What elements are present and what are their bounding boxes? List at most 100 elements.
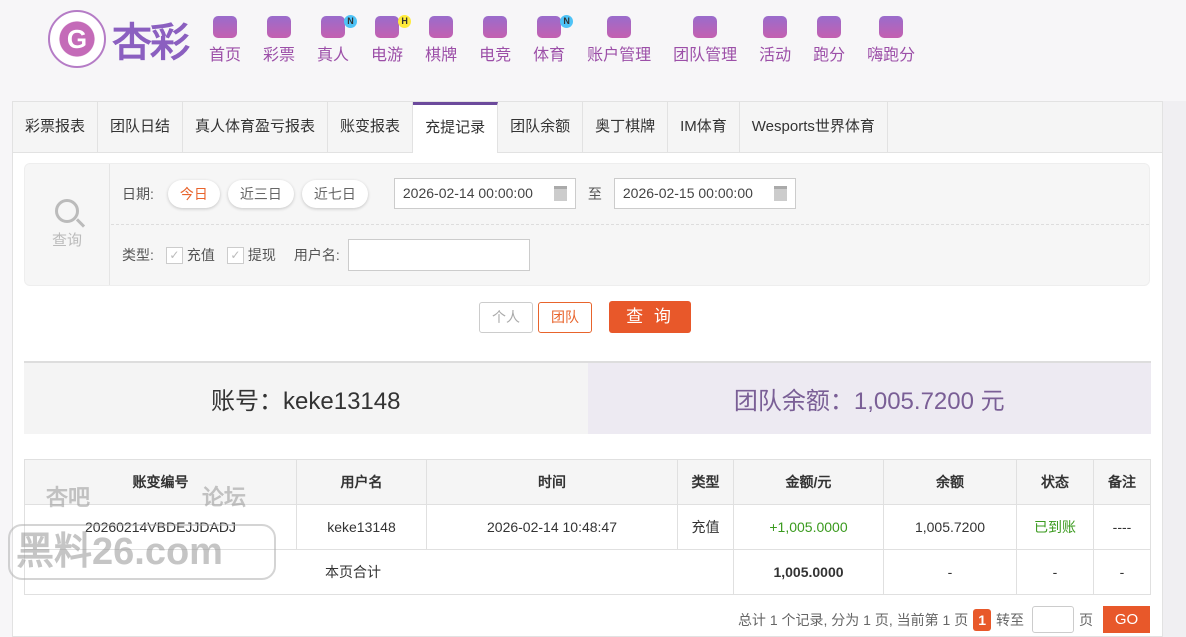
goto-page-input[interactable] <box>1032 606 1074 633</box>
quick-3days[interactable]: 近三日 <box>227 179 294 208</box>
filter-side: 查询 <box>25 164 110 285</box>
tab[interactable]: Wesports世界体育 <box>740 102 888 152</box>
nav-item[interactable]: 账户管理 <box>587 16 651 65</box>
total-balance: - <box>883 549 1017 595</box>
nav-label: 跑分 <box>813 47 846 64</box>
nav-item[interactable]: 活动 <box>759 16 791 65</box>
deposit-label: 充值 <box>186 247 215 263</box>
nav-label: 电竞 <box>479 47 512 64</box>
nav-item[interactable]: N 真人 <box>317 15 358 65</box>
start-date-value: 2026-02-14 00:00:00 <box>402 185 533 201</box>
username-label: 用户名: <box>293 247 340 263</box>
cell-username: keke13148 <box>296 504 427 550</box>
nav-item[interactable]: 团队管理 <box>673 16 737 65</box>
column-header: 余额 <box>883 459 1017 505</box>
ticket-icon <box>267 16 292 38</box>
tab[interactable]: 账变报表 <box>328 102 414 152</box>
nav-label: 体育 <box>533 47 566 64</box>
main-nav: 首页 彩票 N 真人 H 电游 棋牌 电竞 N 体育 账户管理 团队管理 活动 跑分 嗨跑分 <box>198 15 926 65</box>
table-header-row: 账变编号 用户名 时间 类型 金额/元 余额 状态 备注 <box>24 459 1151 505</box>
total-amount: 1,005.0000 <box>733 549 884 595</box>
personal-button[interactable]: 个人 <box>479 301 533 333</box>
deposit-checkbox[interactable]: ✓ <box>165 246 183 264</box>
total-row: 本页合计 1,005.0000 - - - <box>24 549 1151 595</box>
tab[interactable]: 团队日结 <box>98 102 184 152</box>
quick-7days[interactable]: 近七日 <box>301 179 368 208</box>
pagination: 总计 1 个记录, 分为 1 页, 当前第 1 页 1 转至 页 GO <box>738 606 1150 633</box>
nav-item[interactable]: 彩票 <box>263 16 295 65</box>
yen-icon <box>607 16 632 38</box>
gamepad-icon <box>375 16 400 38</box>
nav-label: 账户管理 <box>587 47 652 64</box>
team-balance: 团队余额：1,005.7200 元 <box>587 363 1151 434</box>
nav-badge: H <box>398 15 412 28</box>
nav-label: 真人 <box>317 47 350 64</box>
nav-item[interactable]: 首页 <box>209 16 241 65</box>
cell-id: 20260214VBDEJJDADJ <box>24 504 297 550</box>
content-panel: 彩票报表 团队日结 真人体育盈亏报表 账变报表 充提记录 团队余额 奥丁棋牌 IM体育 Wesp… <box>12 101 1163 637</box>
to-label: 至 <box>587 185 602 202</box>
tab[interactable]: 奥丁棋牌 <box>583 102 669 152</box>
column-header: 备注 <box>1093 459 1151 505</box>
nav-badge: N <box>560 15 574 28</box>
column-header: 时间 <box>426 459 678 505</box>
header: G 杏彩 首页 彩票 N 真人 H 电游 棋牌 电竞 N 体育 账户管理 团队管理 活动 跑分 嗨跑分 <box>0 0 1186 100</box>
start-date-input[interactable]: 2026-02-14 00:00:00 <box>393 178 576 209</box>
column-header: 状态 <box>1016 459 1094 505</box>
nav-badge: N <box>344 15 358 28</box>
nav-label: 电游 <box>371 47 404 64</box>
tab[interactable]: IM体育 <box>668 102 740 152</box>
page-label: 页 <box>1079 611 1093 628</box>
go-button[interactable]: GO <box>1103 606 1150 633</box>
username-input[interactable] <box>347 239 530 271</box>
tab[interactable]: 彩票报表 <box>13 102 99 152</box>
query-button[interactable]: 查 询 <box>609 301 691 333</box>
rhino-icon <box>817 16 842 38</box>
team-icon <box>693 16 718 38</box>
nav-item[interactable]: 棋牌 <box>425 16 457 65</box>
logo[interactable]: G 杏彩 <box>48 10 190 68</box>
goto-label: 转至 <box>996 611 1024 628</box>
tab[interactable]: 真人体育盈亏报表 <box>183 102 329 152</box>
home-icon <box>213 16 237 38</box>
cards-icon <box>429 16 454 38</box>
nav-item[interactable]: 电竞 <box>479 16 511 65</box>
page-1[interactable]: 1 <box>973 608 991 631</box>
tab[interactable]: 充提记录 <box>413 102 499 153</box>
quick-today[interactable]: 今日 <box>167 179 220 208</box>
column-header: 账变编号 <box>24 459 297 505</box>
right-gutter <box>1163 101 1186 637</box>
divider <box>111 224 1149 225</box>
trophy-icon <box>537 16 562 38</box>
nav-item[interactable]: H 电游 <box>371 15 412 65</box>
account-name: 账号：keke13148 <box>24 363 588 434</box>
cell-amount: +1,005.0000 <box>733 504 884 550</box>
nav-item[interactable]: N 体育 <box>533 15 574 65</box>
filter-box: 查询 日期: 今日 近三日 近七日 2026-02-14 00:00:00 至 … <box>24 163 1150 286</box>
table-row: 20260214VBDEJJDADJ keke13148 2026-02-14 … <box>24 504 1151 550</box>
nav-item[interactable]: 嗨跑分 <box>867 16 915 65</box>
nav-label: 团队管理 <box>673 47 738 64</box>
records-table: 账变编号 用户名 时间 类型 金额/元 余额 状态 备注 20260214VBDEJJDADJ… <box>24 459 1151 595</box>
logo-mark: G <box>48 10 106 68</box>
calendar-icon[interactable] <box>773 186 787 201</box>
hi-icon <box>879 16 904 38</box>
column-header: 类型 <box>677 459 734 505</box>
withdraw-checkbox[interactable]: ✓ <box>226 246 244 264</box>
tab[interactable]: 团队余额 <box>498 102 584 152</box>
cell-status: 已到账 <box>1016 504 1094 550</box>
team-button[interactable]: 团队 <box>538 301 592 333</box>
report-tabs: 彩票报表 团队日结 真人体育盈亏报表 账变报表 充提记录 团队余额 奥丁棋牌 IM体育 Wesp… <box>13 102 1162 153</box>
logo-text: 杏彩 <box>112 21 190 65</box>
end-date-input[interactable]: 2026-02-15 00:00:00 <box>613 178 796 209</box>
search-icon <box>55 199 79 223</box>
type-label: 类型: <box>122 247 154 263</box>
calendar-icon[interactable] <box>553 186 567 201</box>
pager-summary: 总计 1 个记录, 分为 1 页, 当前第 1 页 <box>737 611 969 628</box>
nav-label: 彩票 <box>263 47 296 64</box>
nav-item[interactable]: 跑分 <box>813 16 845 65</box>
date-label: 日期: <box>122 185 154 202</box>
cell-type: 充值 <box>677 504 734 550</box>
nav-label: 首页 <box>209 47 242 64</box>
dealer-icon <box>321 16 346 38</box>
